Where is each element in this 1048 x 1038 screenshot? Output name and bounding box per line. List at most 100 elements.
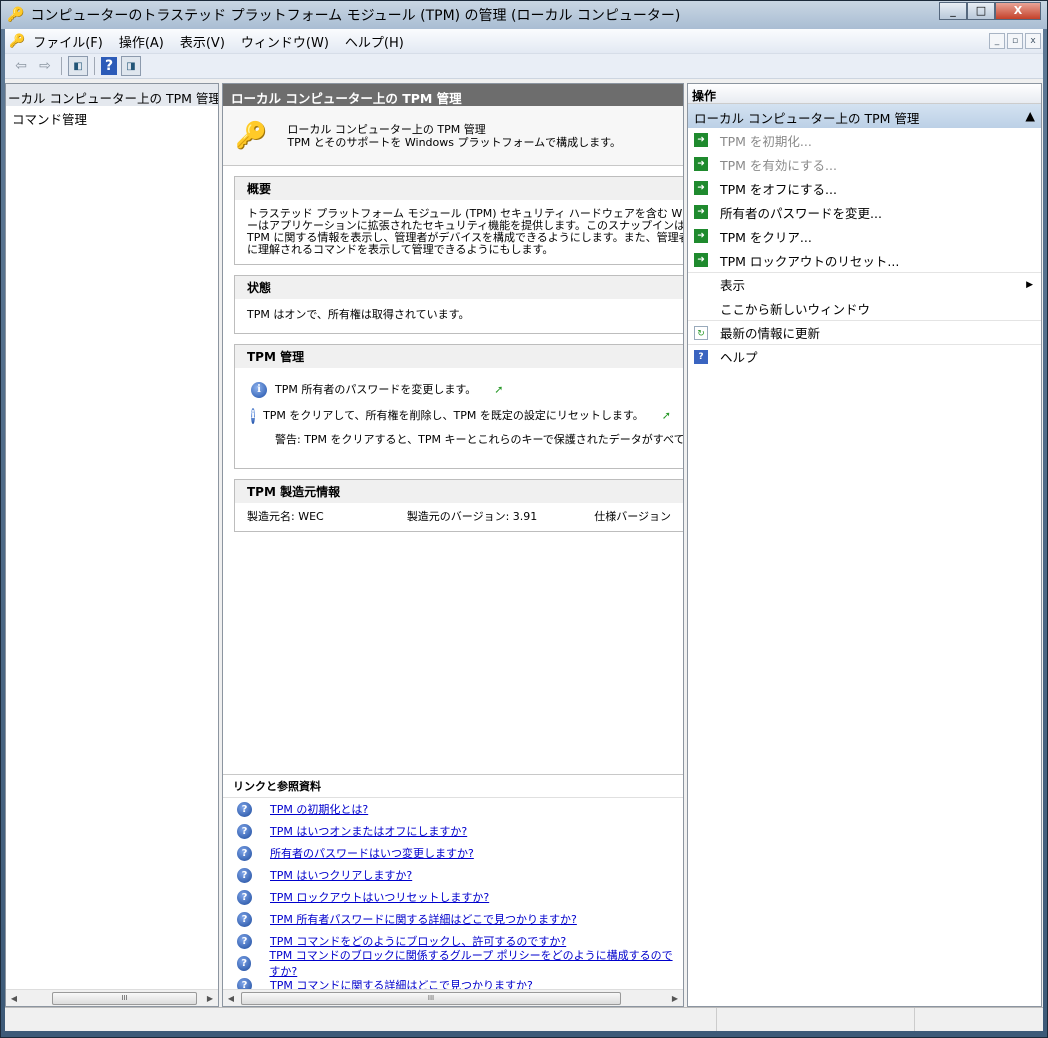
mmc-window: 🔑 コンピューターのトラステッド プラットフォーム モジュール (TPM) の管…	[0, 0, 1048, 1038]
mdi-close-button[interactable]: x	[1025, 33, 1041, 49]
status-section: 状態 TPM はオンで、所有権は取得されています。	[234, 275, 683, 334]
scroll-right-icon[interactable]: ▶	[667, 994, 683, 1003]
link-item: ? TPM の初期化とは?	[223, 798, 683, 820]
action-view[interactable]: 表示 ▶	[688, 272, 1041, 296]
action-label: TPM を有効にする...	[720, 157, 837, 173]
collapse-up-icon[interactable]: ▲	[1025, 108, 1035, 124]
maximize-button[interactable]: □	[967, 2, 995, 20]
action-label: 表示	[720, 278, 746, 293]
action-label: TPM ロックアウトのリセット...	[720, 253, 900, 269]
help-link[interactable]: TPM の初期化とは?	[270, 801, 368, 817]
scroll-right-icon[interactable]: ▶	[202, 994, 218, 1003]
intro-subtitle: TPM とそのサポートを Windows プラットフォームで構成します。	[287, 135, 622, 149]
action-item[interactable]: ➜ TPM を有効にする...	[688, 152, 1041, 176]
action-item[interactable]: ➜ TPM をクリア...	[688, 224, 1041, 248]
minimize-button[interactable]: _	[939, 2, 967, 20]
menu-window[interactable]: ウィンドウ(W)	[233, 32, 337, 51]
clear-warning-text: 警告: TPM をクリアすると、TPM キーとこれらのキーで保護されたデータがす…	[275, 433, 684, 446]
link-item: ? TPM ロックアウトはいつリセットしますか?	[223, 886, 683, 908]
scroll-left-icon[interactable]: ◀	[6, 994, 22, 1003]
window-title: コンピューターのトラステッド プラットフォーム モジュール (TPM) の管理 …	[30, 8, 681, 24]
help-question-icon: ?	[237, 889, 252, 905]
action-run-icon: ➜	[694, 181, 708, 195]
menu-view[interactable]: 表示(V)	[172, 32, 233, 51]
intro-banner: 🔑 ローカル コンピューター上の TPM 管理 TPM とそのサポートを Win…	[223, 106, 683, 166]
help-link[interactable]: TPM はいつクリアしますか?	[270, 867, 412, 883]
links-section: リンクと参照資料 ? TPM の初期化とは?? TPM はいつオンまたはオフにします…	[223, 774, 683, 996]
clear-tpm-link-icon[interactable]: ➚	[662, 410, 671, 422]
help-question-icon: ?	[237, 845, 252, 861]
show-hide-action-pane-icon[interactable]: ◨	[121, 56, 141, 76]
link-item: ? TPM はいつクリアしますか?	[223, 864, 683, 886]
back-arrow-icon[interactable]: ⇦	[11, 56, 31, 76]
manufacturer-version: 製造元のバージョン: 3.91	[406, 510, 538, 523]
action-item[interactable]: ➜ 所有者のパスワードを変更...	[688, 200, 1041, 224]
menu-action[interactable]: 操作(A)	[111, 32, 172, 51]
forward-arrow-icon[interactable]: ⇨	[35, 56, 55, 76]
scroll-left-icon[interactable]: ◀	[223, 994, 239, 1003]
help-link[interactable]: TPM 所有者パスワードに関する詳細はどこで見つかりますか?	[270, 911, 577, 927]
clear-tpm-text: TPM をクリアして、所有権を削除し、TPM を既定の設定にリセットします。	[263, 409, 644, 422]
tpm-management-title: TPM 管理	[235, 345, 683, 368]
action-item[interactable]: ➜ TPM ロックアウトのリセット...	[688, 248, 1041, 272]
change-password-link-icon[interactable]: ➚	[494, 384, 503, 396]
action-run-icon: ➜	[694, 229, 708, 243]
action-refresh[interactable]: ↻ 最新の情報に更新	[688, 320, 1041, 344]
help-question-icon: ?	[237, 911, 252, 927]
action-help[interactable]: ? ヘルプ	[688, 344, 1041, 368]
link-item: ? TPM 所有者パスワードに関する詳細はどこで見つかりますか?	[223, 908, 683, 930]
show-hide-tree-icon[interactable]: ◧	[68, 56, 88, 76]
help-link[interactable]: 所有者のパスワードはいつ変更しますか?	[270, 845, 474, 861]
help-link[interactable]: TPM コマンドのブロックに関係するグループ ポリシーをどのように構成するのです…	[269, 947, 683, 979]
link-item: ? TPM はいつオンまたはオフにしますか?	[223, 820, 683, 842]
menu-help[interactable]: ヘルプ(H)	[337, 32, 412, 51]
tree-horizontal-scrollbar[interactable]: ◀ III ▶	[6, 989, 218, 1006]
action-item[interactable]: ➜ TPM をオフにする...	[688, 176, 1041, 200]
help-link[interactable]: TPM ロックアウトはいつリセットしますか?	[270, 889, 489, 905]
spec-version: 仕様バージョン	[594, 510, 671, 523]
status-bar	[5, 1007, 1043, 1031]
action-label: TPM を初期化...	[720, 133, 812, 149]
links-title: リンクと参照資料	[223, 775, 683, 798]
manufacturer-title: TPM 製造元情報	[235, 480, 683, 503]
status-panel	[717, 1008, 915, 1031]
action-label: ここから新しいウィンドウ	[720, 301, 871, 317]
action-run-icon: ➜	[694, 133, 708, 147]
action-label: TPM をオフにする...	[720, 181, 837, 197]
actions-section-header[interactable]: ローカル コンピューター上の TPM 管理 ▲	[688, 104, 1041, 128]
actions-section-title: ローカル コンピューター上の TPM 管理	[694, 111, 920, 126]
action-new-window[interactable]: ここから新しいウィンドウ	[688, 296, 1041, 320]
action-item[interactable]: ➜ TPM を初期化...	[688, 128, 1041, 152]
change-password-text: TPM 所有者のパスワードを変更します。	[275, 383, 477, 396]
scroll-thumb[interactable]: III	[52, 991, 197, 1005]
manufacturer-section: TPM 製造元情報 製造元名: WEC 製造元のバージョン: 3.91 仕様バー…	[234, 479, 683, 532]
app-key-icon: 🔑	[7, 7, 25, 23]
mdi-restore-button[interactable]: ▫	[1007, 33, 1023, 49]
action-run-icon: ➜	[694, 157, 708, 171]
action-label: 所有者のパスワードを変更...	[720, 205, 882, 221]
action-run-icon: ➜	[694, 253, 708, 267]
manufacturer-name: 製造元名: WEC	[247, 510, 324, 523]
link-item: ? 所有者のパスワードはいつ変更しますか?	[223, 842, 683, 864]
toolbar-separator	[94, 57, 95, 75]
doc-key-icon: 🔑	[9, 33, 26, 49]
tree-item-command-management[interactable]: コマンド管理	[6, 106, 218, 131]
tree-pane: ーカル コンピューター上の TPM 管理 コマンド管理 ◀ III ▶	[5, 83, 219, 1007]
mdi-minimize-button[interactable]: _	[989, 33, 1005, 49]
help-question-icon: ?	[237, 955, 252, 971]
help-link[interactable]: TPM はいつオンまたはオフにしますか?	[270, 823, 467, 839]
tpm-key-chip-icon: 🔑	[235, 120, 268, 151]
results-horizontal-scrollbar[interactable]: ◀ III ▶	[223, 989, 683, 1006]
link-item: ? TPM コマンドのブロックに関係するグループ ポリシーをどのように構成するので…	[223, 949, 683, 978]
menu-bar: 🔑 ファイル(F) 操作(A) 表示(V) ウィンドウ(W) ヘルプ(H) _ …	[5, 29, 1043, 54]
tree-root[interactable]: ーカル コンピューター上の TPM 管理	[6, 84, 218, 106]
close-button[interactable]: X	[995, 2, 1041, 20]
help-question-icon: ?	[237, 801, 252, 817]
scroll-thumb[interactable]: III	[241, 991, 621, 1005]
status-panel	[5, 1008, 717, 1031]
help-icon[interactable]: ?	[101, 57, 117, 75]
menu-file[interactable]: ファイル(F)	[25, 32, 111, 51]
results-header: ローカル コンピューター上の TPM 管理	[223, 84, 683, 106]
action-label: 最新の情報に更新	[720, 326, 821, 341]
tpm-management-section: TPM 管理 i TPM 所有者のパスワードを変更します。 ➚ i TPM をクリアし…	[234, 344, 683, 469]
